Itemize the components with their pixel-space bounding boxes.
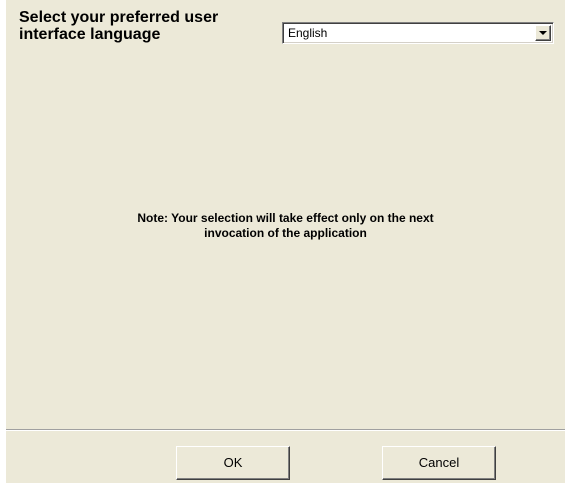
- ok-button[interactable]: OK: [176, 446, 290, 480]
- language-select[interactable]: English: [282, 22, 554, 44]
- cancel-button[interactable]: Cancel: [382, 446, 496, 480]
- chevron-down-icon[interactable]: [535, 25, 551, 41]
- restart-note-line-1: Note: Your selection will take effect on…: [137, 211, 434, 225]
- language-select-value: English: [288, 26, 328, 40]
- language-dialog: Select your preferred user interface lan…: [6, 0, 565, 483]
- language-prompt-label: Select your preferred user interface lan…: [19, 9, 219, 43]
- restart-note: Note: Your selection will take effect on…: [6, 211, 565, 241]
- button-separator: [6, 429, 565, 431]
- restart-note-line-2: invocation of the application: [204, 226, 367, 240]
